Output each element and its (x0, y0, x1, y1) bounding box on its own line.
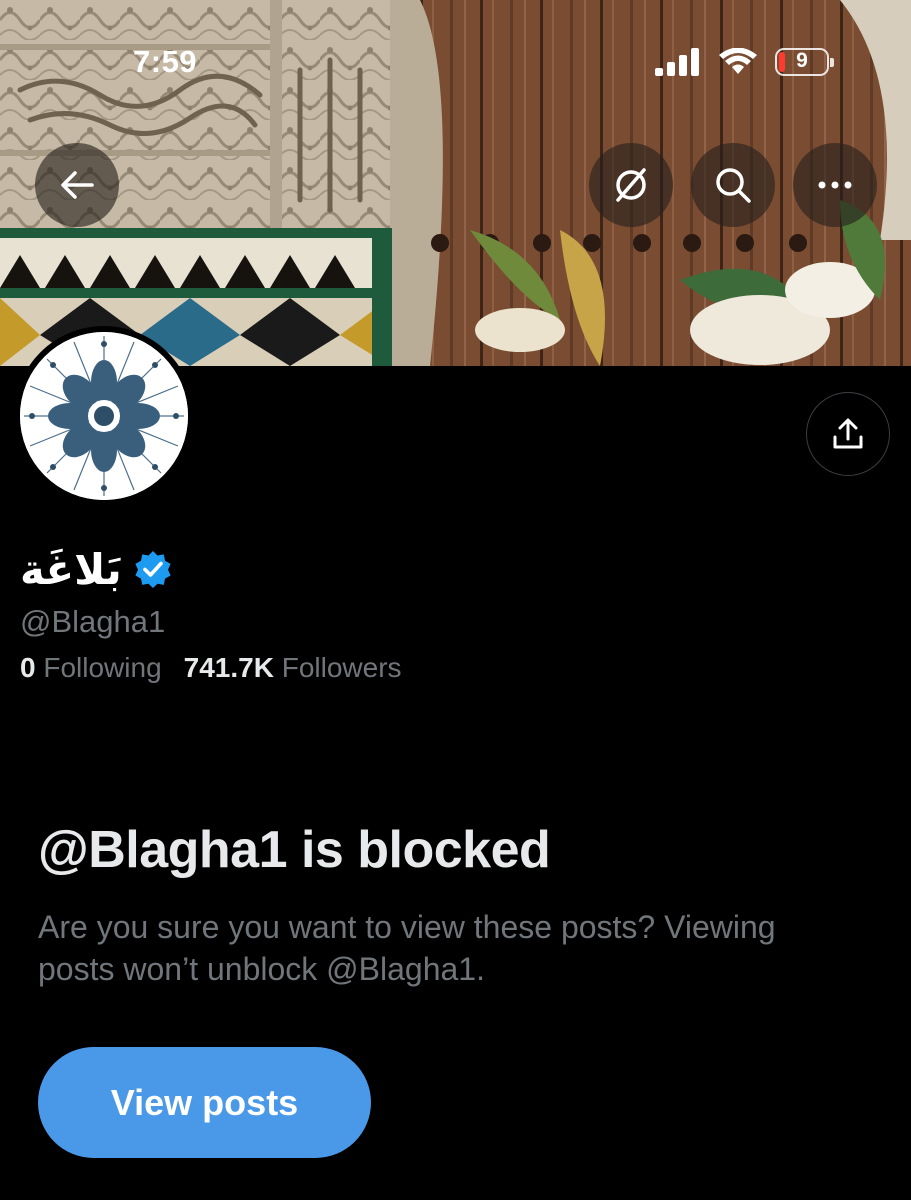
wifi-icon (719, 48, 757, 74)
followers-label: Followers (281, 652, 402, 683)
blocked-description: Are you sure you want to view these post… (38, 909, 776, 987)
more-dots-icon (818, 181, 852, 189)
grok-slash-circle-icon (616, 168, 646, 202)
profile-avatar[interactable] (14, 326, 194, 506)
profile-handle: @Blagha1 (20, 604, 166, 639)
blocked-title: @Blagha1 is blocked (38, 821, 551, 879)
following-count: 0 (20, 652, 36, 683)
search-button[interactable] (691, 143, 775, 227)
arrow-left-icon (61, 171, 94, 199)
display-name-row: بَلاغَة (20, 534, 172, 604)
battery-tip (830, 58, 834, 67)
status-time: 7:59 (133, 44, 198, 79)
followers-link[interactable]: 741.7K Followers (184, 652, 402, 684)
more-button[interactable] (793, 143, 877, 227)
display-name: بَلاغَة (20, 544, 122, 594)
search-icon (716, 168, 751, 203)
verified-badge-icon[interactable] (134, 550, 172, 588)
status-indicators: 9 (655, 46, 834, 78)
profile-stats: 0 Following 741.7K Followers (20, 652, 402, 684)
avatar-image (20, 332, 188, 500)
back-button[interactable] (35, 143, 119, 227)
share-upload-icon (833, 418, 863, 449)
share-button[interactable] (806, 392, 890, 476)
following-label: Following (43, 652, 162, 683)
battery-level: 9 (796, 49, 808, 72)
followers-count: 741.7K (183, 652, 274, 683)
following-link[interactable]: 0 Following (20, 652, 162, 684)
geometric-rosette-logo (20, 332, 188, 500)
view-posts-button[interactable]: View posts (38, 1047, 371, 1158)
battery-icon: 9 (775, 48, 834, 76)
grok-button[interactable] (589, 143, 673, 227)
cellular-signal-icon (655, 48, 699, 76)
